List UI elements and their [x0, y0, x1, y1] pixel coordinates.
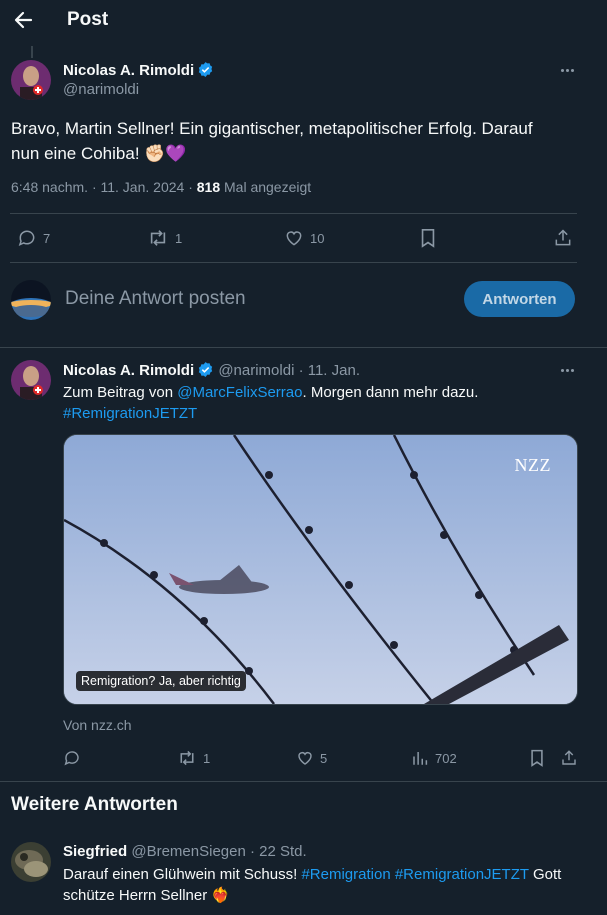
- reply-text-prefix: Zum Beitrag von: [63, 384, 178, 401]
- reply-text: Zum Beitrag von @MarcFelixSerrao. Morgen…: [63, 382, 573, 424]
- divider: [0, 347, 607, 348]
- hashtag-link[interactable]: #RemigrationJETZT: [63, 405, 197, 422]
- divider: [0, 781, 607, 782]
- avatar[interactable]: [11, 842, 51, 882]
- more-options-icon[interactable]: [556, 62, 578, 78]
- avatar[interactable]: [11, 360, 51, 400]
- post-date[interactable]: · 22 Std.: [250, 843, 307, 860]
- verified-badge-icon: [197, 361, 214, 382]
- post-meta: 6:48 nachm. · 11. Jan. 2024 · 818 Mal an…: [11, 179, 311, 195]
- repost-action[interactable]: 1: [147, 228, 182, 248]
- reply-count: 7: [43, 230, 51, 246]
- verified-badge-icon: [197, 61, 214, 83]
- share-icon: [562, 750, 576, 765]
- heart-icon: [286, 231, 302, 246]
- author-name[interactable]: Siegfried: [63, 843, 127, 860]
- like-action[interactable]: 5: [296, 749, 327, 767]
- post-text: Bravo, Martin Sellner! Ein gigantischer,…: [11, 119, 533, 163]
- divider: [10, 262, 577, 263]
- repost-action[interactable]: 1: [177, 749, 210, 767]
- bookmark-action[interactable]: [419, 228, 437, 248]
- card-title: Remigration? Ja, aber richtig: [76, 671, 246, 691]
- reply-icon: [18, 230, 35, 247]
- back-arrow-icon[interactable]: [12, 9, 34, 31]
- card-watermark: NZZ: [514, 455, 551, 475]
- author-name[interactable]: Nicolas A. Rimoldi: [63, 62, 194, 79]
- views-chart-icon: [413, 752, 428, 765]
- like-count: 5: [320, 750, 328, 766]
- reply-button[interactable]: Antworten: [464, 281, 575, 317]
- author-handle[interactable]: @narimoldi: [218, 362, 294, 379]
- user-avatar[interactable]: [11, 280, 51, 320]
- author-block: Nicolas A. Rimoldi: [63, 61, 214, 83]
- bookmark-action[interactable]: [529, 749, 545, 767]
- repost-icon: [180, 750, 194, 766]
- third-text-prefix: Darauf einen Glühwein mit Schuss!: [63, 866, 302, 883]
- post-timestamp[interactable]: 6:48 nachm. · 11. Jan. 2024 ·: [11, 179, 193, 195]
- views-count: 702: [435, 750, 457, 766]
- reply-action[interactable]: [63, 749, 87, 767]
- reply-text-suffix: . Morgen dann mehr dazu.: [302, 384, 479, 401]
- bookmark-icon: [421, 229, 435, 248]
- page-title: Post: [67, 9, 109, 30]
- more-options-icon[interactable]: [556, 362, 578, 378]
- third-header: Siegfried @BremenSiegen · 22 Std.: [63, 843, 307, 860]
- share-icon: [555, 229, 571, 246]
- like-count: 10: [310, 230, 325, 246]
- heart-icon: [298, 752, 312, 765]
- repost-count: 1: [203, 750, 211, 766]
- card-source[interactable]: Von nzz.ch: [63, 717, 132, 733]
- views-action[interactable]: 702: [411, 749, 457, 767]
- reply-icon: [64, 751, 79, 766]
- post-date[interactable]: · 11. Jan.: [299, 362, 360, 379]
- author-name[interactable]: Nicolas A. Rimoldi: [63, 362, 194, 379]
- author-handle[interactable]: @narimoldi: [63, 81, 139, 98]
- repost-count: 1: [175, 230, 183, 246]
- reply-action[interactable]: 7: [17, 228, 50, 248]
- repost-icon: [150, 230, 166, 246]
- share-action[interactable]: [553, 228, 573, 248]
- section-heading: Weitere Antworten: [11, 794, 178, 815]
- reply-header: Nicolas A. Rimoldi @narimoldi · 11. Jan.: [63, 361, 360, 382]
- share-action[interactable]: [560, 749, 578, 767]
- like-action[interactable]: 10: [284, 228, 324, 248]
- divider: [10, 213, 577, 214]
- views-label: Mal angezeigt: [224, 179, 312, 195]
- thread-connector: [31, 46, 33, 58]
- author-handle[interactable]: @BremenSiegen: [131, 843, 245, 860]
- card-image: [64, 435, 577, 704]
- views-count: 818: [196, 179, 221, 195]
- link-card[interactable]: NZZ Remigration? Ja, aber richtig: [63, 434, 578, 705]
- hashtag-link[interactable]: #RemigrationJETZT: [395, 866, 529, 883]
- bookmark-icon: [531, 749, 543, 767]
- avatar[interactable]: [11, 60, 51, 100]
- reply-input[interactable]: Deine Antwort posten: [65, 288, 246, 310]
- top-bar: Post: [0, 0, 607, 42]
- third-text: Darauf einen Glühwein mit Schuss! #Remig…: [63, 864, 583, 906]
- hashtag-link[interactable]: #Remigration: [301, 866, 390, 883]
- mention-link[interactable]: @MarcFelixSerrao: [177, 384, 302, 401]
